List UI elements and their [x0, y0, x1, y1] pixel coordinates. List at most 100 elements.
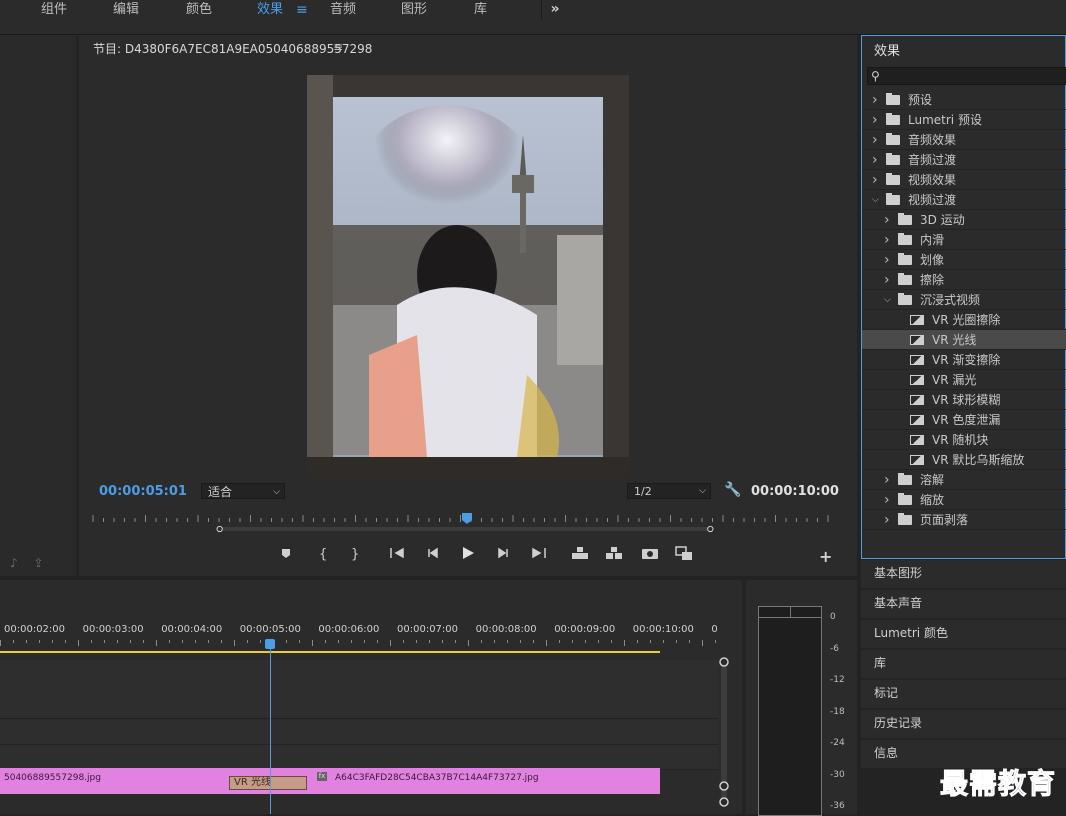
effects-tree-item[interactable]: VR 随机块 [862, 430, 1066, 450]
chevron-right-icon[interactable]: › [884, 230, 890, 250]
stacked-panel-tab[interactable]: Lumetri 颜色 [861, 620, 1066, 648]
ruler-tick [442, 640, 443, 643]
effects-tree-item[interactable]: VR 漏光 [862, 370, 1066, 390]
play-icon[interactable] [457, 545, 479, 561]
share-icon[interactable]: ⇪ [34, 556, 44, 570]
lift-icon[interactable] [569, 545, 591, 561]
effects-search-input[interactable]: ⚲ [867, 67, 1066, 85]
program-video-frame[interactable] [307, 75, 629, 478]
effects-tree-item[interactable]: › 3D 运动 [862, 210, 1066, 230]
step-back-icon[interactable] [421, 545, 443, 561]
effects-tree-item[interactable]: ⌵ 沉浸式视频 [862, 290, 1066, 310]
video-track-upper[interactable] [0, 660, 718, 719]
audio-drag-icon[interactable]: ♪ [10, 556, 18, 570]
effects-tree-item[interactable]: › 视频效果 [862, 170, 1066, 190]
chevron-down-icon[interactable]: ⌵ [884, 290, 891, 310]
program-menu-icon[interactable]: ≡ [333, 40, 343, 54]
ruler-tick [221, 640, 222, 643]
transition-icon [910, 395, 924, 405]
chevron-right-icon[interactable]: › [884, 470, 890, 490]
ruler-label: 00:00:07:00 [397, 624, 459, 635]
effects-tree-label: 划像 [920, 253, 945, 267]
button-editor-add-button[interactable]: + [819, 547, 832, 566]
stacked-panel-tab[interactable]: 库 [861, 650, 1066, 678]
effects-tree-item[interactable]: › 溶解 [862, 470, 1066, 490]
mark-out-icon[interactable]: } [343, 545, 365, 561]
zoom-fit-select[interactable]: 适合 ⌵ [201, 483, 285, 499]
program-monitor-title[interactable]: 节目: D4380F6A7EC81A9EA050406889557298 [93, 40, 372, 57]
workspace-tab-libraries[interactable]: 库 [474, 0, 487, 22]
effects-tree-item[interactable]: VR 渐变擦除 [862, 350, 1066, 370]
effects-tree-item[interactable]: VR 默比乌斯缩放 [862, 450, 1066, 470]
current-timecode[interactable]: 00:00:05:01 [99, 484, 187, 499]
ruler-tick [598, 640, 599, 643]
stacked-panel-tab[interactable]: 历史记录 [861, 710, 1066, 738]
wrench-icon[interactable]: 🔧 [724, 482, 741, 498]
effects-tree-item[interactable]: › Lumetri 预设 [862, 110, 1066, 130]
chevron-right-icon[interactable]: › [872, 110, 878, 130]
effects-tree-item[interactable]: VR 球形模糊 [862, 390, 1066, 410]
timeline-vertical-scrollbar[interactable] [718, 656, 730, 810]
monitor-zoom-scrollbar[interactable] [91, 525, 839, 533]
chevron-right-icon[interactable]: › [872, 170, 878, 190]
chevron-right-icon[interactable]: › [872, 90, 878, 110]
chevron-right-icon[interactable]: › [872, 130, 878, 150]
ruler-tick [338, 640, 339, 643]
monitor-playhead-icon[interactable] [462, 513, 472, 524]
workspace-tab-assembly[interactable]: 组件 [41, 0, 67, 22]
effects-tree-item[interactable]: › 内滑 [862, 230, 1066, 250]
mark-in-icon[interactable]: { [311, 545, 333, 561]
effects-tree-item[interactable]: VR 光圈擦除 [862, 310, 1066, 330]
chevron-right-icon[interactable]: › [884, 510, 890, 530]
workspace-tab-editing[interactable]: 编辑 [113, 0, 139, 22]
effects-tree-item[interactable]: › 划像 [862, 250, 1066, 270]
effects-panel-title[interactable]: 效果 [874, 40, 900, 59]
effects-tree-item[interactable]: › 预设 [862, 90, 1066, 110]
db-label: -12 [830, 675, 845, 685]
go-to-out-icon[interactable] [527, 545, 549, 561]
effects-tree-item[interactable]: ⌵ 视频过渡 [862, 190, 1066, 210]
effects-tree-item[interactable]: › 音频过渡 [862, 150, 1066, 170]
effects-tree-item[interactable]: › 音频效果 [862, 130, 1066, 150]
export-frame-icon[interactable] [639, 545, 661, 561]
effects-tree-item[interactable]: › 缩放 [862, 490, 1066, 510]
effects-tree-item[interactable]: VR 色度泄漏 [862, 410, 1066, 430]
chevron-down-icon[interactable]: ⌵ [872, 190, 879, 210]
video-track-1[interactable] [0, 745, 718, 770]
transport-controls: { } [269, 545, 709, 567]
chevron-right-icon[interactable]: › [884, 210, 890, 230]
effects-tree-item[interactable]: VR 光线 [862, 330, 1066, 350]
effects-tree-item[interactable]: › 页面剥落 [862, 510, 1066, 530]
ruler-tick [611, 640, 612, 643]
workspace-menu-icon[interactable]: ≡ [296, 2, 308, 18]
stacked-panel-tab[interactable]: 基本声音 [861, 590, 1066, 618]
chevron-right-icon[interactable]: › [884, 250, 890, 270]
playback-resolution-select[interactable]: 1/2 ⌵ [627, 483, 711, 499]
db-label: -36 [830, 801, 845, 811]
workspace-tab-graphics[interactable]: 图形 [401, 0, 427, 22]
more-workspaces-icon[interactable]: » [541, 0, 568, 20]
workspace-tab-audio[interactable]: 音频 [330, 0, 356, 22]
step-forward-icon[interactable] [493, 545, 515, 561]
workspace-tab-effects[interactable]: 效果 [257, 0, 283, 22]
chevron-right-icon[interactable]: › [872, 150, 878, 170]
workspace-tab-color[interactable]: 颜色 [186, 0, 212, 22]
effects-tree-item[interactable]: › 擦除 [862, 270, 1066, 290]
scrollbar-handle-right[interactable] [707, 525, 714, 533]
work-area-bar[interactable] [0, 651, 660, 653]
chevron-right-icon[interactable]: › [884, 270, 890, 290]
comparison-view-icon[interactable] [673, 545, 695, 561]
chevron-right-icon[interactable]: › [884, 490, 890, 510]
playhead-handle[interactable] [265, 639, 275, 649]
go-to-in-icon[interactable] [387, 545, 409, 561]
stacked-panel-tab[interactable]: 标记 [861, 680, 1066, 708]
clip-row[interactable]: 50406889557298.jpg fx A64C3FAFD28C54CBA3… [0, 768, 660, 794]
video-track-2[interactable] [0, 720, 718, 745]
transition-clip[interactable]: VR 光线 [229, 776, 307, 790]
stacked-panel-tab[interactable]: 基本图形 [861, 560, 1066, 588]
scrollbar-handle-left[interactable] [216, 525, 223, 533]
timeline-ruler[interactable]: 00:00:02:00 00:00:03:00 00:00:04:00 00:00:0… [0, 620, 742, 646]
ruler-tick [247, 640, 248, 643]
extract-icon[interactable] [603, 545, 625, 561]
marker-icon[interactable] [275, 545, 297, 561]
